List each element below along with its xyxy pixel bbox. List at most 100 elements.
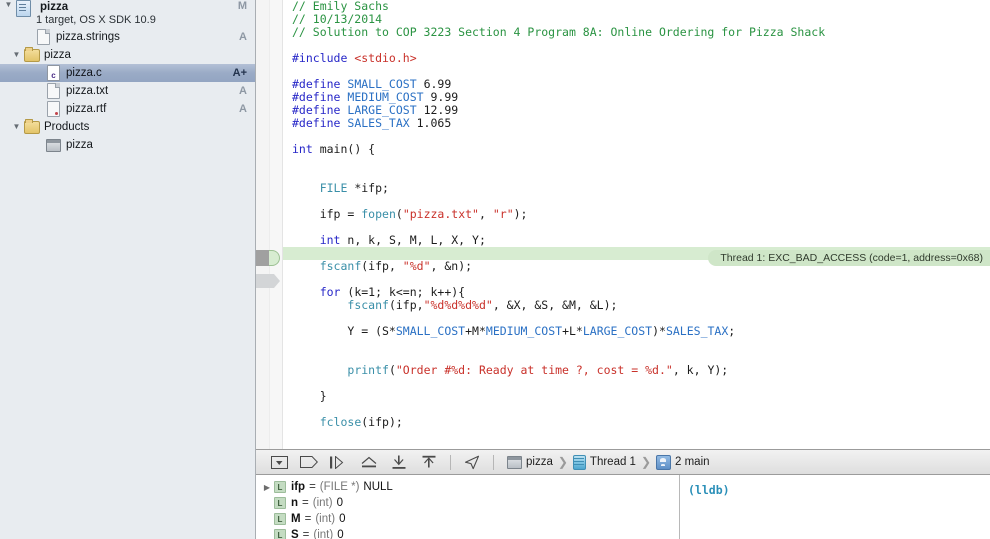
step-into-button[interactable] — [354, 450, 384, 474]
breadcrumb-separator-icon: ❯ — [640, 455, 652, 469]
hide-debug-area-button[interactable] — [264, 450, 294, 474]
code-line[interactable] — [283, 169, 990, 182]
step-over-icon — [330, 455, 344, 469]
variable-row[interactable]: ▶LS=(int)0 — [256, 527, 679, 539]
code-token: // 10/13/2014 — [292, 12, 383, 26]
scm-status-badge: A — [239, 85, 247, 97]
code-token: Y = (S* — [292, 324, 396, 338]
code-line[interactable]: // Solution to COP 3223 Section 4 Progra… — [283, 26, 990, 39]
code-token: (ifp, — [388, 298, 424, 312]
app-icon — [45, 138, 62, 152]
project-subtitle: 1 target, OS X SDK 10.9 — [36, 14, 156, 26]
code-token: fclose — [319, 415, 362, 429]
disclosure-triangle-icon[interactable]: ▼ — [2, 0, 15, 9]
code-line[interactable] — [283, 338, 990, 351]
tree-row-pizza-txt[interactable]: ▶ pizza.txt A — [0, 82, 255, 100]
variable-row[interactable]: ▶Ln=(int)0 — [256, 495, 679, 511]
source-editor[interactable]: // Emily Sachs// 10/13/2014// Solution t… — [256, 0, 990, 449]
lldb-prompt: (lldb) — [688, 483, 730, 497]
code-line[interactable]: fscanf(ifp,"%d%d%d%d", &X, &S, &M, &L); — [283, 299, 990, 312]
scm-status-badge: M — [237, 0, 247, 12]
tree-row-products[interactable]: ▼ Products — [0, 118, 255, 136]
code-token: 1.065 — [409, 116, 452, 130]
debug-toolbar[interactable]: pizza ❯ Thread 1 ❯ 2 main — [256, 449, 990, 475]
code-token: fscanf — [347, 298, 389, 312]
breadcrumb-target[interactable]: pizza — [504, 455, 556, 469]
code-token: fscanf — [319, 259, 362, 273]
hide-debug-area-icon — [270, 455, 288, 469]
code-token: LARGE_COST — [582, 324, 653, 338]
local-variable-badge-icon: L — [274, 481, 286, 493]
breadcrumb-frame[interactable]: 2 main — [653, 454, 713, 470]
step-out-of-frame-button[interactable] — [414, 450, 444, 474]
code-content[interactable]: // Emily Sachs// 10/13/2014// Solution t… — [283, 0, 990, 449]
code-token: fopen — [361, 207, 396, 221]
target-icon — [507, 455, 522, 469]
continue-button[interactable] — [294, 450, 324, 474]
code-line[interactable]: // Emily Sachs — [283, 0, 990, 13]
code-line[interactable] — [283, 156, 990, 169]
editor-scroll-track[interactable] — [256, 0, 270, 449]
debug-area: ▶Lifp=(FILE *)NULL▶Ln=(int)0▶LM=(int)0▶L… — [256, 475, 990, 539]
code-line[interactable] — [283, 130, 990, 143]
project-tree[interactable]: ▼ pizza 1 target, OS X SDK 10.9 M ▶ pizz… — [0, 0, 255, 154]
variables-view[interactable]: ▶Lifp=(FILE *)NULL▶Ln=(int)0▶LM=(int)0▶L… — [256, 475, 680, 539]
debug-breadcrumb[interactable]: pizza ❯ Thread 1 ❯ 2 main — [504, 454, 713, 470]
tree-row-pizza-strings[interactable]: ▶ pizza.strings A — [0, 28, 255, 46]
code-token: ); — [513, 207, 528, 221]
editor-scroll-thumb[interactable] — [256, 250, 269, 266]
step-out-button[interactable] — [384, 450, 414, 474]
editor-gutter[interactable] — [256, 0, 283, 449]
code-token: n, k, S, M, L, X, Y; — [340, 233, 486, 247]
tree-item-label: pizza.c — [66, 67, 102, 79]
code-token: (ifp, — [361, 259, 403, 273]
code-token: int — [292, 142, 313, 156]
disclosure-triangle-icon[interactable]: ▶ — [260, 483, 274, 492]
code-line[interactable]: ifp = fopen("pizza.txt", "r"); — [283, 208, 990, 221]
code-line[interactable]: #define SALES_TAX 1.065 — [283, 117, 990, 130]
code-line[interactable]: fclose(ifp); — [283, 416, 990, 429]
tree-row-pizza-folder[interactable]: ▼ pizza — [0, 46, 255, 64]
code-token: , k, Y); — [672, 363, 729, 377]
code-line[interactable]: FILE *ifp; — [283, 182, 990, 195]
tree-row-pizza-rtf[interactable]: ▶ pizza.rtf A — [0, 100, 255, 118]
disclosure-triangle-icon[interactable]: ▼ — [10, 123, 23, 131]
variable-equals: = — [302, 497, 309, 509]
code-line[interactable] — [283, 429, 990, 442]
variable-value: 0 — [339, 513, 346, 525]
breadcrumb-separator-icon: ❯ — [557, 455, 568, 469]
tree-item-label: Products — [44, 121, 90, 133]
code-token: <stdio.h> — [354, 51, 417, 65]
rtf-file-icon — [45, 101, 62, 117]
tree-row-pizza-product[interactable]: ▶ pizza — [0, 136, 255, 154]
code-line[interactable] — [283, 377, 990, 390]
continue-icon — [300, 456, 318, 468]
tree-row-pizza-c[interactable]: ▶ c pizza.c A+ — [0, 64, 255, 82]
gutter-change-marker[interactable] — [256, 274, 280, 288]
simulate-location-button[interactable] — [457, 450, 487, 474]
disclosure-triangle-icon[interactable]: ▼ — [10, 51, 23, 59]
inline-error-annotation[interactable]: Thread 1: EXC_BAD_ACCESS (code=1, addres… — [708, 250, 990, 266]
code-token: *ifp; — [347, 181, 389, 195]
variable-name: M — [291, 513, 301, 525]
console-output[interactable]: (lldb) — [680, 475, 990, 539]
code-line[interactable]: int n, k, S, M, L, X, Y; — [283, 234, 990, 247]
tree-row-project[interactable]: ▼ pizza 1 target, OS X SDK 10.9 M — [0, 0, 255, 28]
breadcrumb-thread[interactable]: Thread 1 — [570, 454, 639, 470]
disclosure-spacer-icon: ▶ — [260, 515, 274, 524]
code-line[interactable]: int main() { — [283, 143, 990, 156]
code-token: #define — [292, 90, 348, 104]
step-over-button[interactable] — [324, 450, 354, 474]
code-line[interactable]: #include <stdio.h> — [283, 52, 990, 65]
code-line[interactable]: printf("Order #%d: Ready at time ?, cost… — [283, 364, 990, 377]
code-line[interactable]: } — [283, 390, 990, 403]
variable-row[interactable]: ▶LM=(int)0 — [256, 511, 679, 527]
code-token: 12.99 — [416, 103, 459, 117]
variable-name: S — [291, 529, 299, 539]
code-line[interactable]: Y = (S*SMALL_COST+M*MEDIUM_COST+L*LARGE_… — [283, 325, 990, 338]
variable-row[interactable]: ▶ Lifp = (FILE *) NULL — [256, 479, 679, 495]
project-navigator[interactable]: ▼ pizza 1 target, OS X SDK 10.9 M ▶ pizz… — [0, 0, 256, 539]
